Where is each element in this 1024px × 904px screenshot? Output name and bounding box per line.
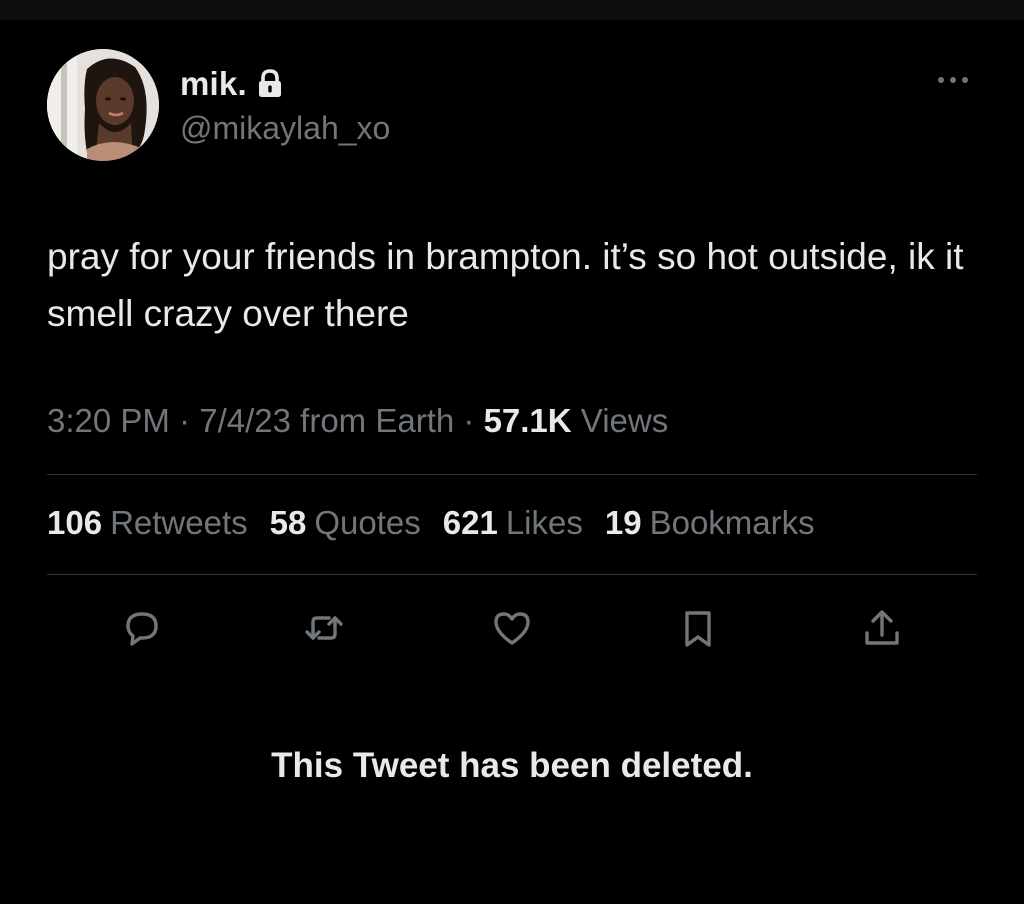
stat-likes[interactable]: 621 Likes [443, 504, 583, 542]
status-bar-strip [0, 0, 1024, 20]
reply-icon[interactable] [118, 604, 166, 652]
retweet-icon[interactable] [300, 604, 348, 652]
more-options-icon[interactable] [933, 68, 973, 92]
stat-bookmarks[interactable]: 19 Bookmarks [605, 504, 815, 542]
stat-count: 58 [269, 504, 307, 541]
stat-label: Bookmarks [649, 504, 815, 541]
stat-retweets[interactable]: 106 Retweets [47, 504, 248, 542]
meta-separator: · [179, 402, 191, 439]
tweet-date[interactable]: 7/4/23 [199, 402, 291, 439]
author-name-row: mik. [180, 62, 283, 106]
stat-label: Likes [505, 504, 583, 541]
avatar[interactable] [47, 49, 159, 161]
stat-quotes[interactable]: 58 Quotes [270, 504, 421, 542]
stat-count: 19 [604, 504, 642, 541]
meta-separator: · [463, 402, 475, 439]
tweet-source: from Earth [300, 402, 455, 439]
stat-count: 106 [47, 504, 103, 541]
meta-separator [454, 402, 463, 439]
lock-icon [257, 69, 283, 99]
divider [47, 574, 977, 575]
deleted-notice: This Tweet has been deleted. [271, 746, 753, 785]
views-label: Views [580, 402, 669, 439]
display-name[interactable]: mik. [180, 65, 247, 103]
divider [47, 474, 977, 475]
author-handle[interactable]: @mikaylah_xo [180, 110, 390, 147]
engagement-stats: 106 Retweets 58 Quotes 621 Likes 19 Bookmark… [47, 504, 837, 542]
stat-label: Quotes [314, 504, 421, 541]
heart-icon[interactable] [488, 604, 536, 652]
tweet-text: pray for your friends in brampton. it’s … [47, 236, 964, 334]
tweet-time[interactable]: 3:20 PM [47, 402, 170, 439]
tweet-meta: 3:20 PM · 7/4/23 from Earth · 57.1K View… [47, 402, 668, 440]
views-count: 57.1K [483, 402, 572, 439]
stat-count: 621 [442, 504, 498, 541]
stat-label: Retweets [110, 504, 248, 541]
share-icon[interactable] [858, 604, 906, 652]
bookmark-icon[interactable] [674, 604, 722, 652]
